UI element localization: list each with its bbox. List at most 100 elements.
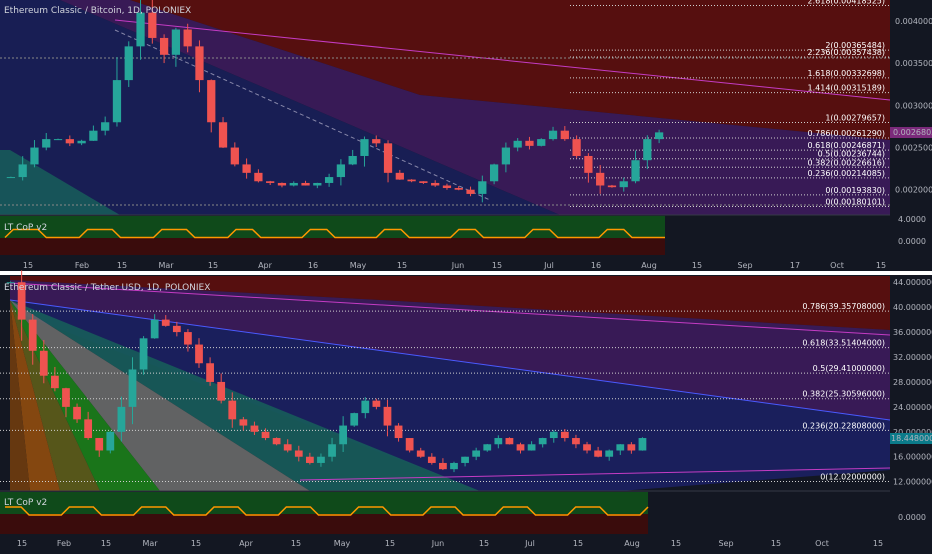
candle-body[interactable] (516, 444, 525, 451)
candle-body[interactable] (607, 185, 617, 188)
candle-body[interactable] (549, 431, 558, 439)
candle-body[interactable] (328, 444, 336, 457)
candle-body[interactable] (538, 438, 547, 445)
candle-body[interactable] (525, 140, 534, 146)
candle-body[interactable] (439, 462, 447, 470)
candle-body[interactable] (77, 140, 86, 144)
candle-body[interactable] (150, 319, 159, 339)
candle-body[interactable] (283, 444, 292, 451)
candle-body[interactable] (239, 419, 248, 426)
candle-body[interactable] (431, 182, 440, 186)
candle-body[interactable] (183, 29, 192, 47)
candle-body[interactable] (277, 182, 287, 186)
candle-body[interactable] (42, 139, 51, 148)
candle-body[interactable] (172, 325, 181, 333)
candle-body[interactable] (242, 164, 251, 173)
candle-body[interactable] (394, 425, 403, 439)
candle-body[interactable] (537, 139, 546, 146)
candle-body[interactable] (324, 177, 334, 183)
candle-body[interactable] (596, 172, 605, 186)
candle-body[interactable] (254, 172, 263, 182)
candle-body[interactable] (372, 139, 381, 144)
candle-body[interactable] (207, 80, 216, 123)
candle-body[interactable] (478, 181, 487, 194)
candle-body[interactable] (489, 164, 499, 182)
chart1-time-axis[interactable]: 15 Feb 15 Mar 15 Apr 16 May 15 Jun 15 Jul 16 Aug 15 Sep… (0, 257, 890, 271)
candle-body[interactable] (407, 179, 416, 182)
candle-body[interactable] (594, 450, 602, 457)
candle-body[interactable] (218, 122, 228, 148)
candle-body[interactable] (89, 130, 98, 141)
candle-body[interactable] (128, 369, 137, 407)
candle-body[interactable] (627, 444, 636, 451)
candle-body[interactable] (560, 431, 569, 439)
candle-body[interactable] (266, 181, 275, 183)
candle-body[interactable] (631, 160, 640, 182)
candle-body[interactable] (336, 164, 346, 178)
candle-body[interactable] (124, 46, 133, 81)
candle-body[interactable] (527, 444, 536, 451)
candle-body[interactable] (230, 147, 239, 165)
candle-body[interactable] (84, 419, 93, 439)
candle-body[interactable] (505, 438, 514, 445)
candle-body[interactable] (261, 431, 270, 439)
candle-body[interactable] (195, 46, 204, 81)
candle-body[interactable] (101, 122, 110, 131)
candle-body[interactable] (148, 12, 157, 38)
candle-body[interactable] (62, 388, 70, 407)
candle-body[interactable] (405, 438, 414, 451)
candle-body[interactable] (294, 450, 303, 457)
candle-body[interactable] (572, 139, 581, 156)
candle-body[interactable] (348, 155, 357, 165)
candle-body[interactable] (159, 37, 169, 55)
candle-body[interactable] (584, 155, 593, 173)
candle-body[interactable] (313, 182, 322, 186)
candle-body[interactable] (560, 130, 569, 140)
candle-body[interactable] (427, 456, 436, 463)
candle-body[interactable] (65, 139, 74, 144)
candle-body[interactable] (483, 444, 492, 451)
candle-body[interactable] (383, 143, 393, 173)
candle-body[interactable] (350, 413, 359, 426)
candle-body[interactable] (117, 406, 126, 432)
candle-body[interactable] (30, 147, 39, 165)
candle-body[interactable] (454, 188, 463, 190)
chart1-main-pane[interactable]: 2.618(0.00418525)2(0.00365484)2.236(0.00… (0, 0, 891, 215)
candle-body[interactable] (638, 438, 647, 451)
candle-body[interactable] (289, 182, 298, 186)
candle-body[interactable] (383, 406, 392, 426)
chart1-indicator-pane[interactable] (0, 214, 890, 255)
candle-body[interactable] (195, 344, 203, 364)
candle-body[interactable] (372, 400, 381, 407)
candle-body[interactable] (419, 181, 428, 183)
candle-body[interactable] (361, 400, 370, 414)
candle-body[interactable] (28, 319, 37, 351)
candle-body[interactable] (95, 438, 104, 451)
candle-body[interactable] (360, 139, 369, 156)
chart-divider[interactable] (0, 271, 932, 275)
candle-body[interactable] (53, 139, 63, 141)
candle-body[interactable] (513, 140, 522, 148)
candle-body[interactable] (643, 139, 652, 161)
candle-body[interactable] (339, 425, 348, 445)
candle-body[interactable] (466, 189, 475, 194)
candle-body[interactable] (461, 456, 469, 463)
candle-body[interactable] (18, 164, 27, 178)
candle-body[interactable] (139, 338, 148, 370)
candle-body[interactable] (494, 438, 503, 445)
chart2-indicator-pane[interactable] (0, 490, 890, 535)
candle-body[interactable] (73, 406, 81, 420)
candle-body[interactable] (305, 456, 314, 463)
chart2-main-pane[interactable]: 0.786(39.35708000) 0.618(33.51404000) 0.5(… (0, 270, 891, 491)
candle-body[interactable] (450, 462, 458, 470)
candle-body[interactable] (206, 363, 214, 382)
candle-body[interactable] (301, 182, 310, 186)
candle-body[interactable] (395, 172, 404, 180)
candle-body[interactable] (317, 456, 325, 463)
candle-body[interactable] (583, 444, 591, 451)
chart2-time-axis[interactable]: 15 Feb 15 Mar 15 Apr 15 May 15 Jun 15 Jul 15 Aug 15 Sep… (0, 536, 890, 550)
candle-body[interactable] (250, 425, 259, 432)
candle-body[interactable] (161, 319, 170, 326)
candle-body[interactable] (106, 431, 115, 451)
candle-body[interactable] (416, 450, 425, 457)
